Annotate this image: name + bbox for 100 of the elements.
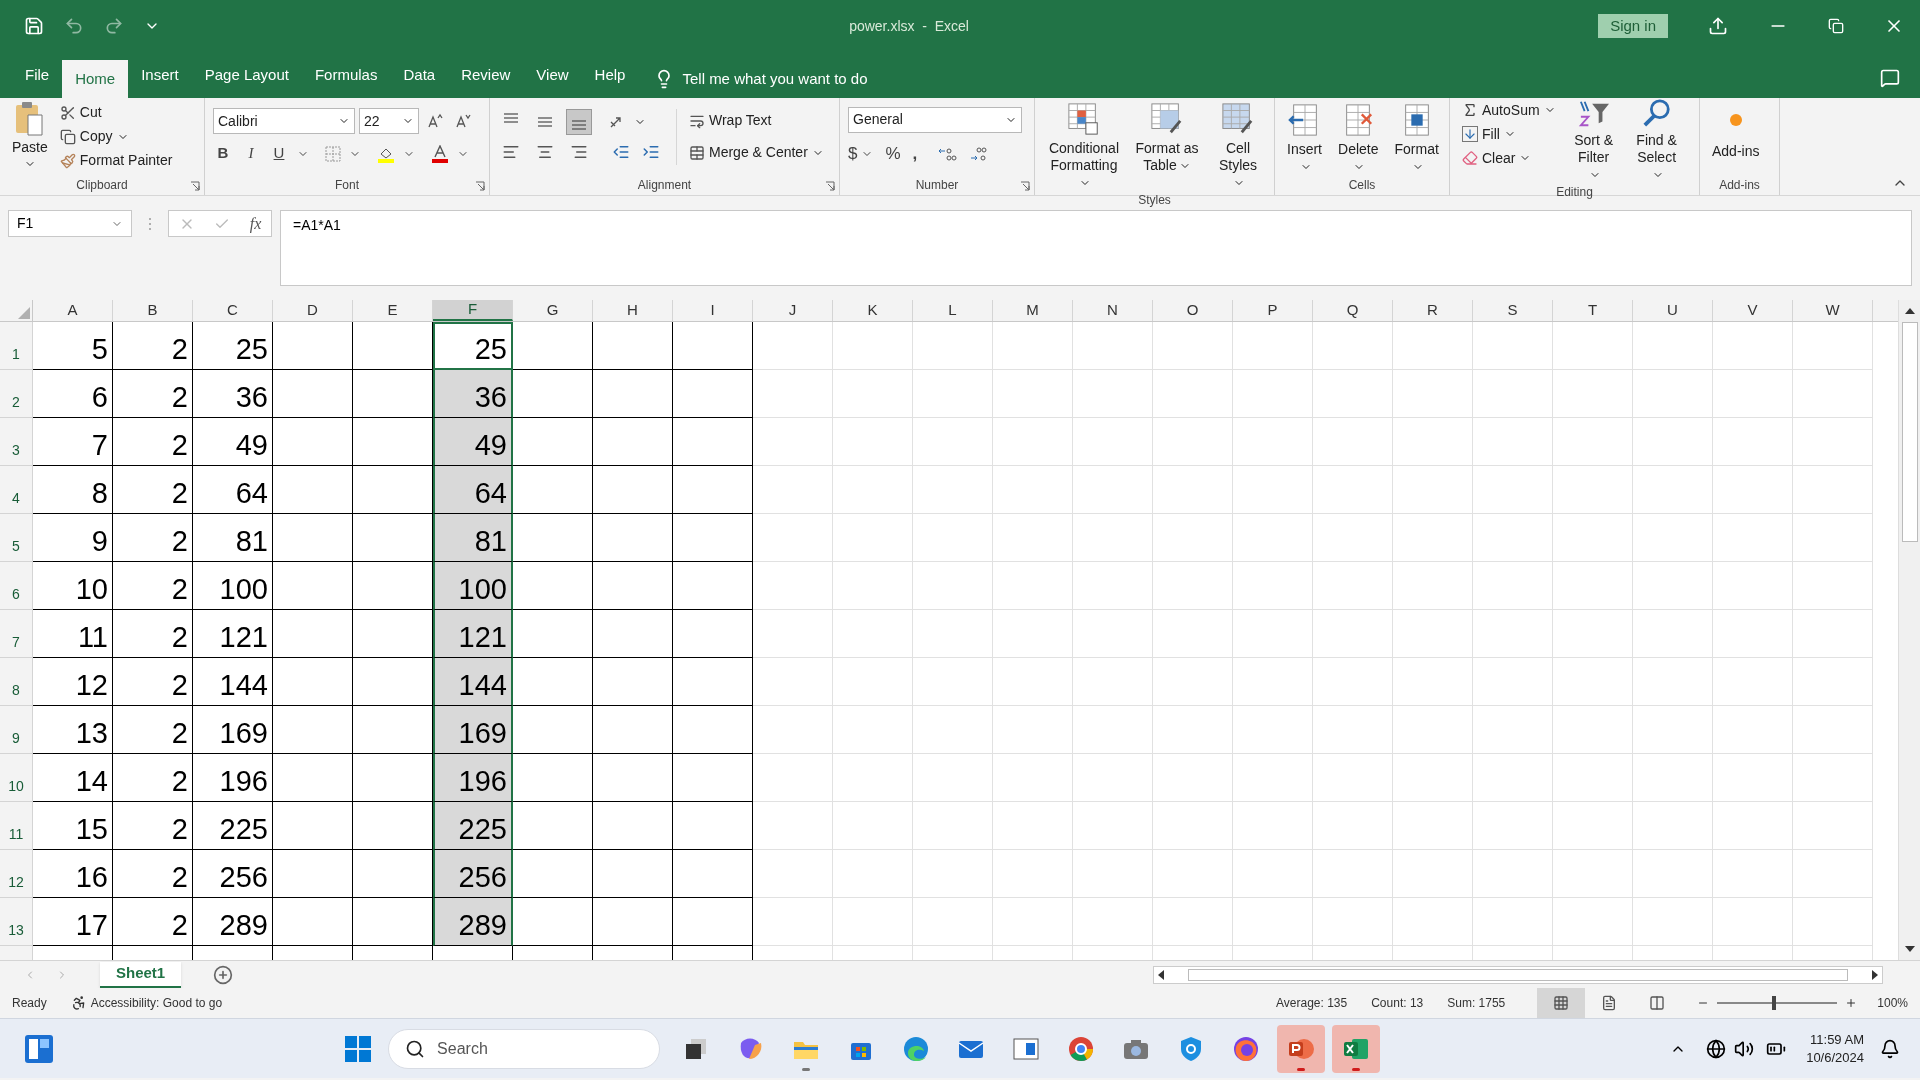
ribbon-tab[interactable]: Home — [62, 60, 129, 98]
clock-date[interactable]: 10/6/2024 — [1806, 1048, 1864, 1067]
column-header[interactable]: W — [1793, 300, 1873, 321]
table-cell[interactable]: 100 — [193, 562, 273, 610]
row-header[interactable]: 6 — [0, 562, 33, 610]
table-cell[interactable] — [353, 658, 433, 706]
row-header[interactable]: 13 — [0, 898, 33, 946]
column-header[interactable]: M — [993, 300, 1073, 321]
fill-button[interactable]: Fill — [1458, 122, 1560, 146]
row-header[interactable]: 10 — [0, 754, 33, 802]
table-cell[interactable] — [673, 898, 753, 946]
table-cell[interactable]: 9 — [33, 514, 113, 562]
bold-button[interactable]: B — [213, 142, 233, 165]
table-cell[interactable]: 225 — [193, 802, 273, 850]
table-cell[interactable] — [273, 466, 353, 514]
table-cell[interactable] — [353, 562, 433, 610]
table-cell[interactable]: 196 — [433, 754, 513, 802]
fox-browser-icon[interactable] — [1232, 1034, 1261, 1063]
table-cell[interactable]: 169 — [193, 706, 273, 754]
search-field[interactable]: Search — [388, 1028, 661, 1069]
column-header[interactable]: J — [753, 300, 833, 321]
vertical-scrollbar[interactable] — [1898, 300, 1920, 960]
table-cell[interactable] — [273, 418, 353, 466]
table-cell[interactable] — [673, 322, 753, 370]
start-icon[interactable] — [344, 1034, 373, 1063]
cells-button[interactable]: Delete — [1334, 102, 1383, 175]
scroll-left-icon[interactable] — [1158, 969, 1165, 980]
table-cell[interactable] — [513, 658, 593, 706]
table-cell[interactable]: 36 — [433, 370, 513, 418]
table-cell[interactable] — [593, 898, 673, 946]
table-cell[interactable]: 196 — [193, 754, 273, 802]
row-header[interactable]: 3 — [0, 418, 33, 466]
zoom-level[interactable]: 100% — [1877, 994, 1908, 1012]
sort-filter-button[interactable]: Sort & Filter — [1567, 98, 1620, 183]
table-cell[interactable] — [513, 562, 593, 610]
restore-icon[interactable] — [1828, 18, 1844, 34]
table-cell[interactable] — [353, 802, 433, 850]
column-header[interactable]: V — [1713, 300, 1793, 321]
table-cell[interactable] — [273, 706, 353, 754]
table-cell[interactable]: 2 — [113, 802, 193, 850]
table-cell[interactable]: 2 — [113, 370, 193, 418]
table-cell[interactable] — [353, 514, 433, 562]
vertical-align-button[interactable] — [566, 108, 592, 135]
autosum-button[interactable]: AutoSum — [1458, 98, 1560, 122]
table-cell[interactable] — [673, 466, 753, 514]
table-cell[interactable] — [273, 850, 353, 898]
sign-in-button[interactable]: Sign in — [1598, 14, 1668, 38]
table-cell[interactable]: 256 — [433, 850, 513, 898]
table-cell[interactable] — [513, 754, 593, 802]
drag-handle-icon[interactable] — [148, 217, 152, 231]
row-header[interactable]: 12 — [0, 850, 33, 898]
table-cell[interactable]: 2 — [113, 706, 193, 754]
table-cell[interactable]: 49 — [193, 418, 273, 466]
table-cell[interactable] — [673, 370, 753, 418]
table-cell[interactable]: 2 — [113, 850, 193, 898]
table-cell[interactable] — [593, 802, 673, 850]
table-cell[interactable]: 2 — [113, 898, 193, 946]
column-header[interactable]: Q — [1313, 300, 1393, 321]
table-cell[interactable]: 6 — [33, 370, 113, 418]
horizontal-scrollbar[interactable] — [1153, 965, 1884, 984]
row-header[interactable]: 2 — [0, 370, 33, 418]
column-header[interactable]: B — [113, 300, 193, 321]
table-cell[interactable]: 10 — [33, 562, 113, 610]
table-cell[interactable] — [593, 850, 673, 898]
table-cell[interactable]: 64 — [433, 466, 513, 514]
table-cell[interactable]: 256 — [193, 850, 273, 898]
column-header[interactable]: L — [913, 300, 993, 321]
table-cell[interactable]: 81 — [193, 514, 273, 562]
column-header[interactable]: K — [833, 300, 913, 321]
table-cell[interactable]: 289 — [433, 898, 513, 946]
table-cell[interactable]: 49 — [433, 418, 513, 466]
tell-me-field[interactable]: Tell me what you want to do — [682, 67, 868, 91]
name-box[interactable]: F1 — [8, 210, 132, 237]
paste-button[interactable]: Paste — [8, 100, 52, 170]
table-cell[interactable] — [513, 418, 593, 466]
row-header[interactable]: 1 — [0, 322, 33, 370]
row-header[interactable]: 5 — [0, 514, 33, 562]
table-cell[interactable] — [593, 562, 673, 610]
table-cell[interactable]: 16 — [33, 850, 113, 898]
widgets-icon[interactable] — [24, 1033, 54, 1064]
table-cell[interactable] — [593, 466, 673, 514]
table-cell[interactable] — [593, 706, 673, 754]
table-cell[interactable]: 7 — [33, 418, 113, 466]
ribbon-tab[interactable]: Formulas — [301, 56, 391, 94]
table-cell[interactable] — [353, 466, 433, 514]
font-size-field[interactable]: 22 — [359, 108, 419, 135]
scroll-down-icon[interactable] — [1904, 946, 1915, 952]
table-cell[interactable]: 2 — [113, 322, 193, 370]
ribbon-tab[interactable]: Insert — [128, 56, 192, 94]
formula-field[interactable]: =A1*A1 — [280, 210, 1912, 286]
table-cell[interactable]: 2 — [113, 562, 193, 610]
column-header[interactable]: I — [673, 300, 753, 321]
notifications-icon[interactable] — [1880, 1038, 1900, 1059]
font-color-icon[interactable] — [431, 144, 449, 163]
find-select-button[interactable]: Find & Select — [1627, 98, 1686, 183]
table-cell[interactable] — [513, 370, 593, 418]
table-cell[interactable]: 144 — [433, 658, 513, 706]
row-header[interactable] — [0, 946, 33, 960]
table-cell[interactable] — [273, 802, 353, 850]
column-header[interactable]: O — [1153, 300, 1233, 321]
